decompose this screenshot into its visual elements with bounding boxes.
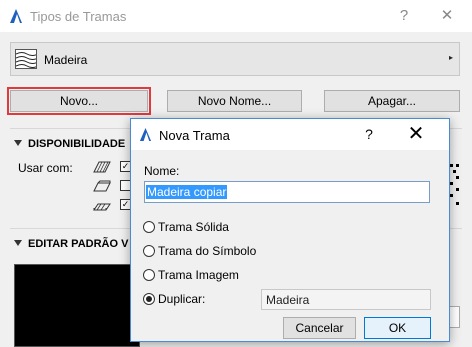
- window-help-button[interactable]: ?: [393, 5, 415, 27]
- collapse-triangle-icon: [14, 240, 22, 246]
- use-with-label: Usar com:: [18, 161, 73, 175]
- dialog-titlebar: Nova Trama ? ✕: [131, 119, 449, 150]
- radio-symbol-pattern[interactable]: Trama do Símbolo: [143, 244, 256, 258]
- chevron-right-icon[interactable]: ▸: [449, 53, 453, 62]
- window-close-button[interactable]: ✕: [436, 5, 458, 27]
- new-button[interactable]: Novo...: [10, 90, 148, 112]
- radio-button[interactable]: [143, 269, 155, 281]
- radio-button[interactable]: [143, 221, 155, 233]
- duplicate-source-field: Madeira: [261, 289, 431, 310]
- availability-section-header[interactable]: DISPONIBILIDADE: [14, 138, 125, 150]
- delete-button[interactable]: Apagar...: [324, 90, 460, 112]
- radio-button-selected[interactable]: [143, 293, 155, 305]
- pattern-preview: [14, 264, 140, 347]
- radio-image-pattern[interactable]: Trama Imagem: [143, 268, 239, 282]
- dialog-title: Nova Trama: [159, 128, 230, 143]
- cancel-button[interactable]: Cancelar: [283, 317, 356, 339]
- archicad-app-icon: [10, 9, 22, 23]
- archicad-app-icon: [139, 128, 152, 141]
- window-titlebar: Tipos de Tramas ? ✕: [0, 0, 472, 32]
- new-pattern-dialog: Nova Trama ? ✕ Nome: Madeira copiar Tram…: [130, 118, 450, 342]
- name-input-value: Madeira copiar: [146, 185, 228, 199]
- radio-duplicate[interactable]: Duplicar:: [143, 292, 205, 306]
- dialog-close-button[interactable]: ✕: [401, 122, 431, 146]
- edit-pattern-section-header[interactable]: EDITAR PADRÃO V: [14, 238, 128, 250]
- window-title: Tipos de Tramas: [30, 9, 127, 24]
- radio-button[interactable]: [143, 245, 155, 257]
- hatch-slab-icon: [93, 203, 111, 211]
- name-label: Nome:: [144, 164, 180, 178]
- pattern-name: Madeira: [44, 53, 88, 67]
- dialog-help-button[interactable]: ?: [359, 124, 379, 144]
- ok-button[interactable]: OK: [364, 317, 431, 339]
- wood-pattern-icon: [15, 49, 37, 69]
- hatch-box-icon: [93, 180, 111, 192]
- collapse-triangle-icon: [14, 140, 22, 146]
- name-input[interactable]: Madeira copiar: [144, 181, 430, 203]
- hatch-diagonal-icon: [93, 161, 111, 173]
- pattern-selector[interactable]: Madeira ▸: [10, 42, 460, 76]
- radio-solid-pattern[interactable]: Trama Sólida: [143, 220, 229, 234]
- new-name-button[interactable]: Novo Nome...: [167, 90, 302, 112]
